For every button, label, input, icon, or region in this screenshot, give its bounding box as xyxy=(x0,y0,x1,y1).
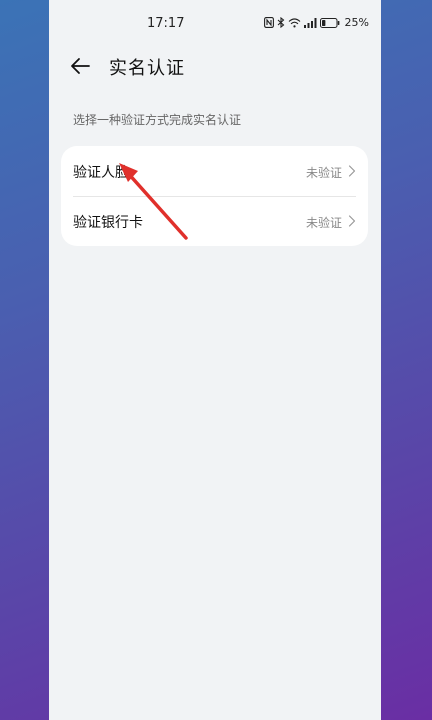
wifi-icon xyxy=(288,17,301,28)
option-status: 未验证 xyxy=(305,216,342,230)
status-icons: 25% xyxy=(263,16,369,29)
arrow-left-icon xyxy=(71,58,90,74)
verification-options-card: 验证人脸 未验证 验证银行卡 未验证 xyxy=(61,146,368,246)
option-status: 未验证 xyxy=(305,166,342,180)
option-label: 验证银行卡 xyxy=(73,215,143,231)
chevron-right-icon xyxy=(348,215,356,227)
page-subtitle: 选择一种验证方式完成实名认证 xyxy=(73,113,242,127)
phone-screen: 17:17 25% 实名认证 选择一种验证方式完成实名认证 验证人脸 未验证 验… xyxy=(49,0,381,720)
chevron-right-icon xyxy=(348,165,356,177)
signal-icon xyxy=(303,17,317,28)
bluetooth-icon xyxy=(277,17,285,28)
page-title: 实名认证 xyxy=(109,58,185,79)
battery-percent: 25% xyxy=(344,16,369,29)
option-verify-face[interactable]: 验证人脸 未验证 xyxy=(61,146,368,196)
battery-icon xyxy=(319,17,340,28)
header: 实名认证 xyxy=(49,44,381,88)
status-bar: 17:17 25% xyxy=(49,0,381,44)
back-button[interactable] xyxy=(67,52,95,80)
option-verify-bank-card[interactable]: 验证银行卡 未验证 xyxy=(61,196,368,246)
nfc-icon xyxy=(263,17,274,28)
status-time: 17:17 xyxy=(147,16,185,31)
option-label: 验证人脸 xyxy=(73,165,129,181)
